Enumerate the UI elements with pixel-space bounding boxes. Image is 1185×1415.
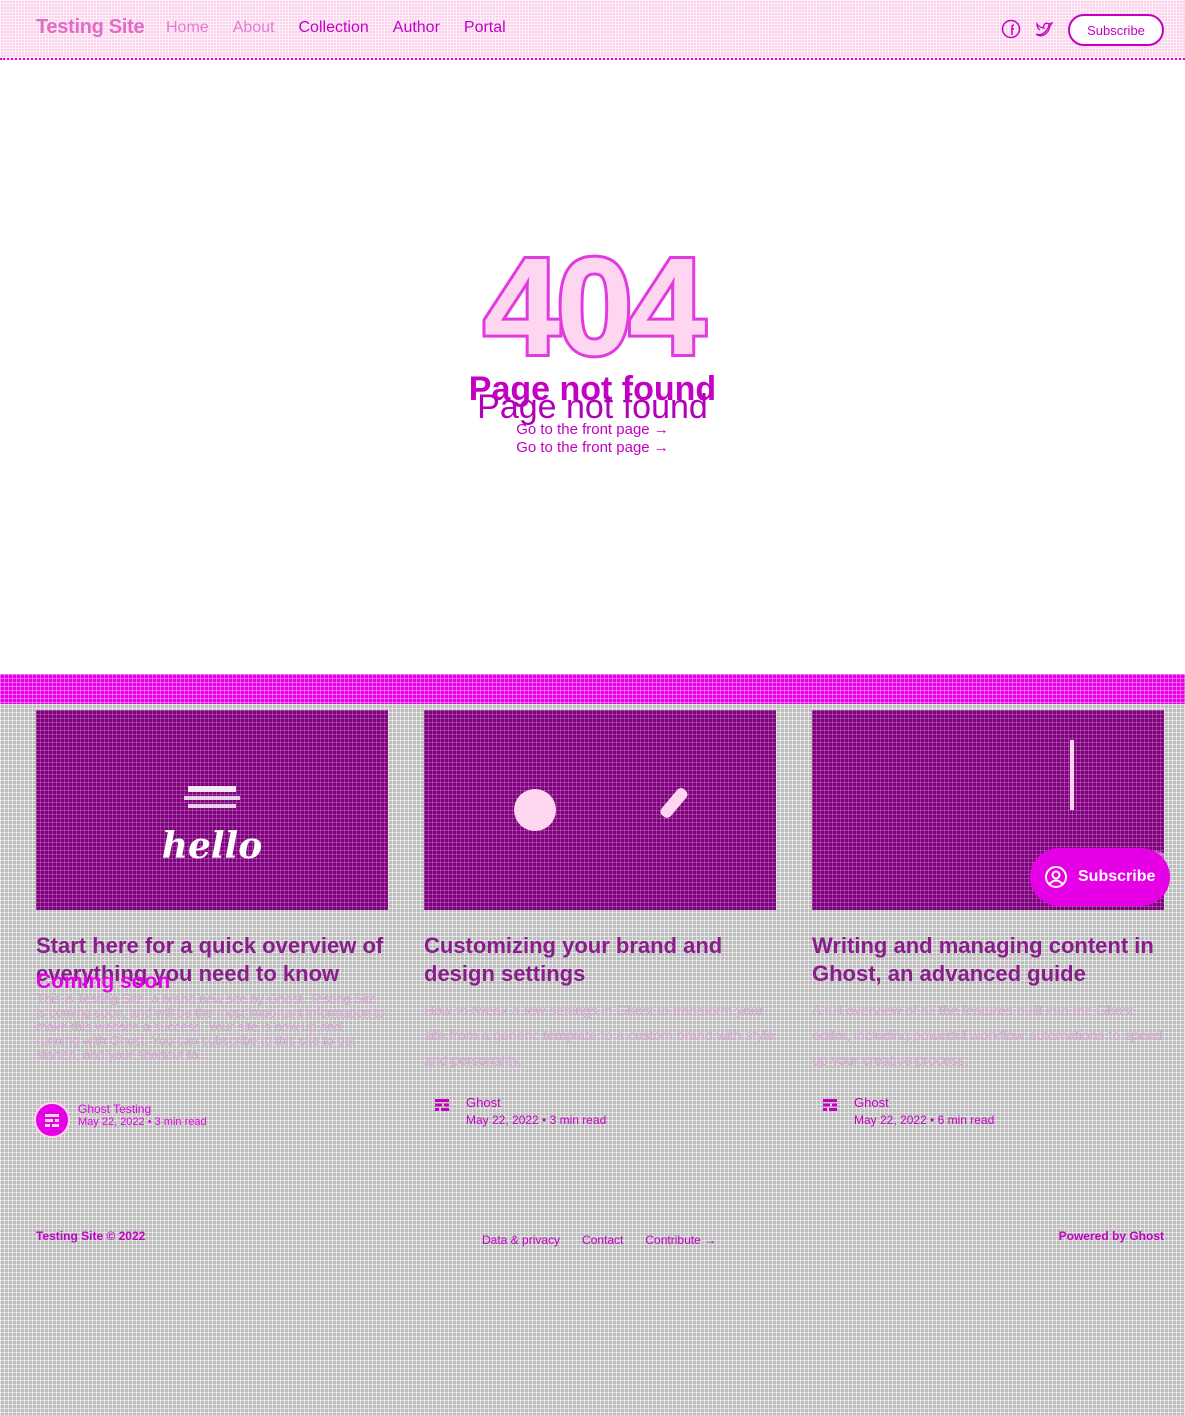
nav-item-collection[interactable]: Collection xyxy=(299,19,369,37)
main-nav: Home About Collection Author Portal xyxy=(166,19,530,37)
post-meta: May 22, 2022 • 3 min read xyxy=(466,1113,607,1127)
post-card-meta: Ghost May 22, 2022 • 3 min read xyxy=(424,1089,776,1129)
hello-illustration: hello xyxy=(162,786,262,867)
portal-subscribe-label: Subscribe xyxy=(1078,868,1156,885)
post-card-image[interactable]: hello xyxy=(36,710,388,910)
post-card-title[interactable]: Writing and managing content in Ghost, a… xyxy=(812,932,1164,988)
post-card-1[interactable]: hello Start here for a quick overview of… xyxy=(34,710,388,1138)
post-card-excerpt: A full overview of all the features buil… xyxy=(812,1002,1163,1068)
footer-link-contact[interactable]: Contact xyxy=(582,1233,623,1247)
post-card-2[interactable]: Customizing your brand and design settin… xyxy=(424,710,776,1129)
post-meta: May 22, 2022 • 3 min read xyxy=(78,1116,207,1128)
site-header: Testing Site Home About Collection Autho… xyxy=(0,0,1185,60)
author-name[interactable]: Ghost xyxy=(854,1095,889,1110)
post-meta: May 22, 2022 • 6 min read xyxy=(854,1113,995,1127)
twitter-icon[interactable] xyxy=(1034,19,1054,39)
coming-soon-title: Coming soon xyxy=(36,970,171,993)
ghost-icon xyxy=(435,1099,449,1111)
error-title-echo: Page not found xyxy=(477,388,708,426)
front-page-link-echo[interactable]: Go to the front page → xyxy=(0,439,1185,456)
portal-icon xyxy=(1045,866,1067,888)
post-card-meta: Ghost May 22, 2022 • 6 min read xyxy=(812,1089,1164,1129)
site-title[interactable]: Testing Site xyxy=(36,16,145,39)
facebook-icon[interactable] xyxy=(1001,19,1021,39)
footer-divider xyxy=(0,674,1185,704)
error-code: 404 xyxy=(480,230,708,384)
ghost-icon xyxy=(823,1099,837,1111)
post-card-3[interactable]: Writing and managing content in Ghost, a… xyxy=(812,710,1164,1129)
front-page-link[interactable]: Go to the front page → xyxy=(0,421,1185,438)
footer-nav: Data & privacy Contact Contribute → xyxy=(482,1233,738,1247)
author-name[interactable]: Ghost Testing xyxy=(78,1102,151,1116)
nav-item-portal[interactable]: Portal xyxy=(464,19,506,37)
nav-item-about[interactable]: About xyxy=(233,19,275,37)
portal-subscribe-button[interactable]: Subscribe xyxy=(1030,848,1170,906)
powered-by-ghost[interactable]: Powered by Ghost xyxy=(1059,1229,1164,1243)
nav-item-author[interactable]: Author xyxy=(393,19,440,37)
footer-link-contribute[interactable]: Contribute → xyxy=(645,1233,716,1247)
ghost-icon xyxy=(45,1114,59,1127)
footer-link-privacy[interactable]: Data & privacy xyxy=(482,1233,560,1247)
copyright: Testing Site © 2022 xyxy=(36,1229,146,1243)
author-avatar[interactable] xyxy=(818,1093,842,1117)
post-card-image[interactable] xyxy=(424,710,776,910)
post-card-excerpt: This is Testing Site, a brand new site b… xyxy=(36,992,386,1062)
design-illustration xyxy=(514,788,688,831)
author-avatar[interactable] xyxy=(34,1102,70,1138)
post-card-excerpt: How to tweak a few settings in Ghost to … xyxy=(424,1002,775,1068)
nav-item-home[interactable]: Home xyxy=(166,19,209,37)
post-card-meta: Ghost Testing May 22, 2022 • 3 min read xyxy=(34,1102,388,1142)
post-card-title[interactable]: Customizing your brand and design settin… xyxy=(424,932,776,988)
hello-text: hello xyxy=(162,825,262,867)
author-avatar[interactable] xyxy=(430,1093,454,1117)
subscribe-button[interactable]: Subscribe xyxy=(1068,14,1164,46)
author-name[interactable]: Ghost xyxy=(466,1095,501,1110)
